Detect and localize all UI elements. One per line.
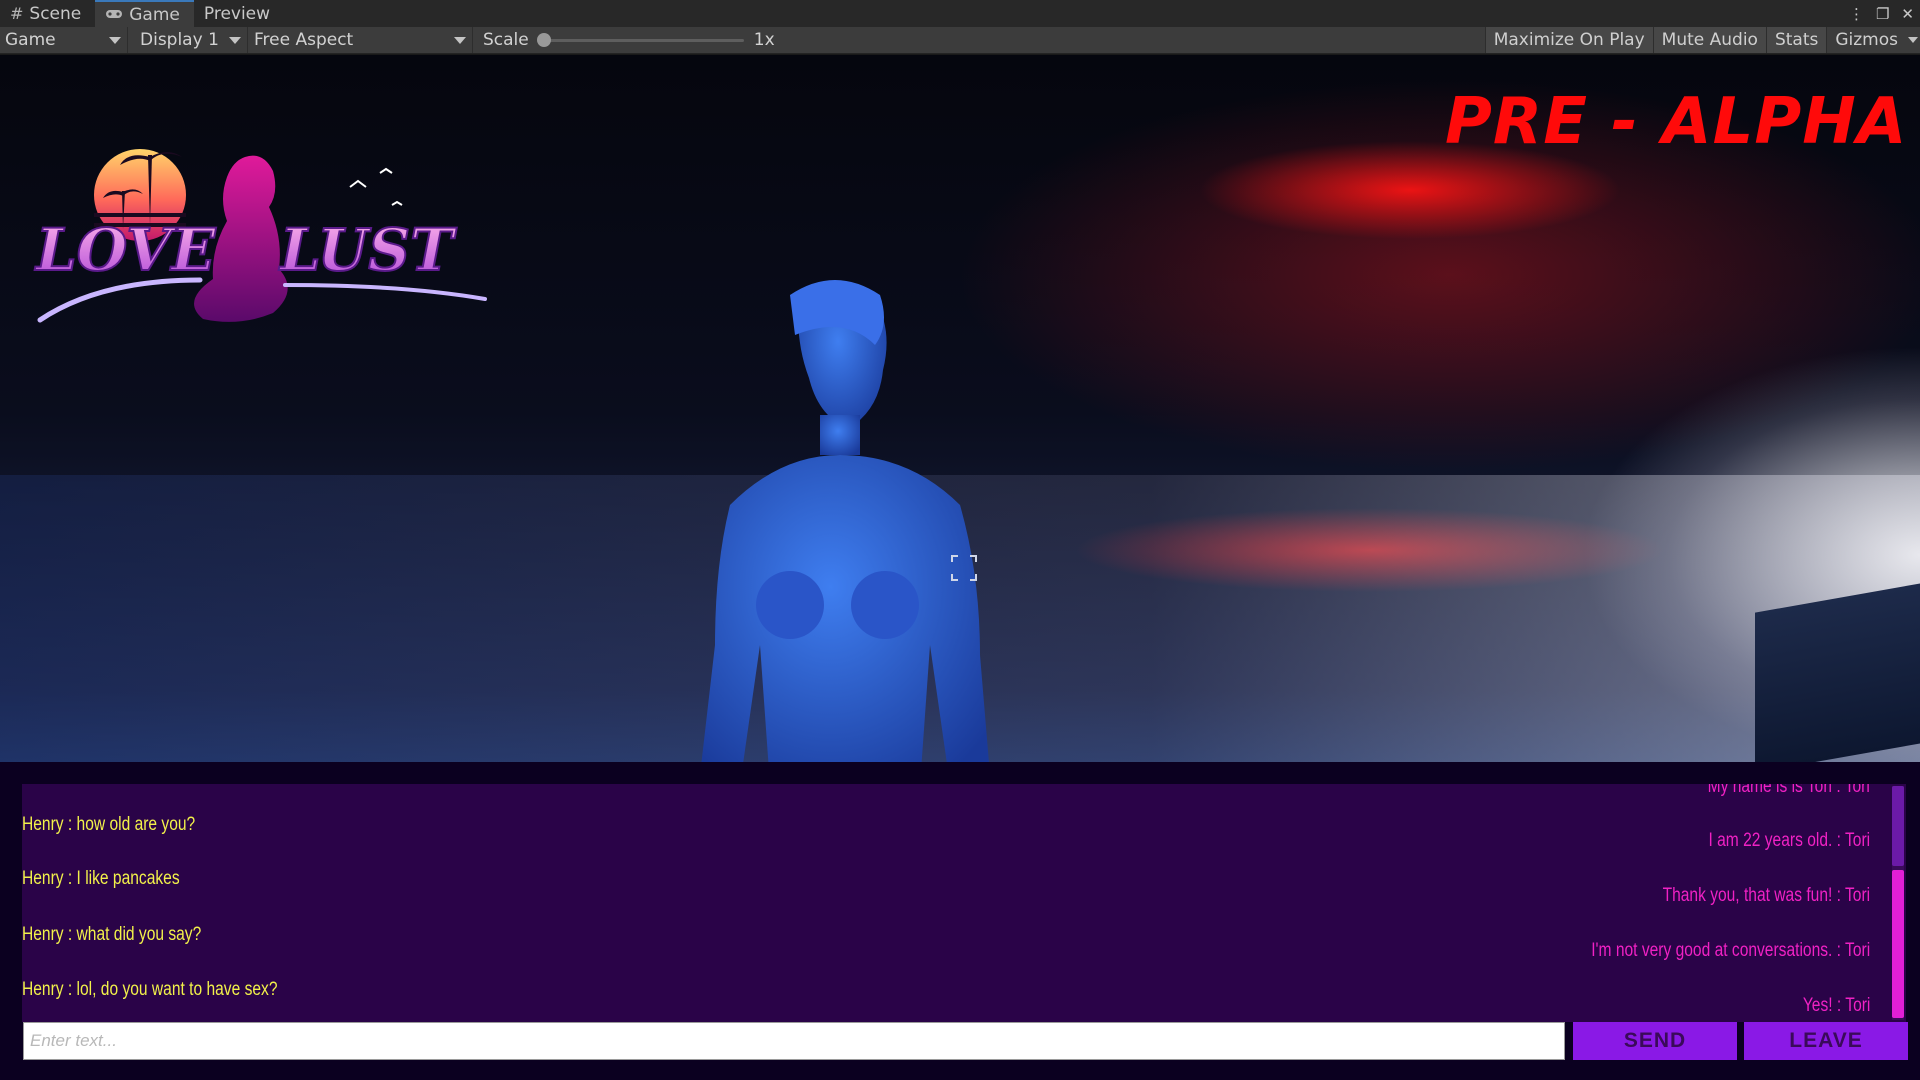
scale-label: Scale xyxy=(483,30,529,50)
game-logo: LOVE LUST xyxy=(33,149,487,323)
npc-message: Thank you, that was fun! : Tori xyxy=(1662,885,1870,906)
chat-input[interactable] xyxy=(23,1022,1565,1060)
mute-audio-toggle[interactable]: Mute Audio xyxy=(1652,27,1766,53)
npc-message: I am 22 years old. : Tori xyxy=(1708,830,1870,851)
player-message: Henry : how old are you? xyxy=(22,814,196,835)
logo-word-right: LUST xyxy=(278,216,457,284)
game-view-dropdown-label: Game xyxy=(5,30,56,50)
chevron-down-icon xyxy=(109,37,121,44)
npc-message: Yes! : Tori xyxy=(1802,995,1870,1016)
tab-game-label: Game xyxy=(129,4,180,25)
display-dropdown-label: Display 1 xyxy=(140,30,219,50)
player-message: Henry : what did you say? xyxy=(22,924,202,945)
tab-game[interactable]: Game xyxy=(95,0,194,27)
maximize-on-play-toggle[interactable]: Maximize On Play xyxy=(1484,27,1653,53)
chevron-down-icon xyxy=(1908,37,1918,43)
npc-message: My name is is Tori : Tori xyxy=(1707,784,1870,797)
gamepad-icon xyxy=(105,5,123,24)
scale-slider-handle[interactable] xyxy=(536,32,551,47)
scale-control: Scale 1x xyxy=(473,27,775,53)
display-dropdown[interactable]: Display 1 xyxy=(128,27,248,53)
send-button[interactable]: SEND xyxy=(1573,1022,1737,1060)
chat-log[interactable]: Henry : how old are you? Henry : I like … xyxy=(22,784,1906,1022)
player-message: Henry : lol, do you want to have sex? xyxy=(22,979,278,1000)
editor-tab-bar: # Scene Game Preview ⋮ ❐ ✕ xyxy=(0,0,1920,27)
scale-value: 1x xyxy=(753,30,775,50)
leave-button[interactable]: LEAVE xyxy=(1744,1022,1908,1060)
crosshair-icon xyxy=(951,555,977,581)
chat-scrollbar-thumb[interactable] xyxy=(1892,870,1904,1018)
aspect-dropdown-label: Free Aspect xyxy=(254,30,354,50)
grid-icon: # xyxy=(10,4,24,23)
more-options-icon[interactable]: ⋮ xyxy=(1849,5,1864,23)
maximize-window-icon[interactable]: ❐ xyxy=(1876,5,1889,23)
close-icon[interactable]: ✕ xyxy=(1901,5,1914,23)
tab-preview-label: Preview xyxy=(203,3,271,24)
stats-toggle[interactable]: Stats xyxy=(1765,27,1827,53)
game-view-toolbar: Game Display 1 Free Aspect Scale 1x Maxi… xyxy=(0,27,1920,54)
tab-scene-label: Scene xyxy=(29,3,82,24)
chat-scrollbar-track-upper xyxy=(1892,786,1904,866)
gizmos-dropdown[interactable]: Gizmos xyxy=(1826,27,1920,53)
game-view-dropdown[interactable]: Game xyxy=(0,27,128,53)
tab-scene[interactable]: # Scene xyxy=(0,0,95,27)
gizmos-label: Gizmos xyxy=(1835,30,1898,50)
chevron-down-icon xyxy=(229,37,241,44)
pre-alpha-banner: PRE - ALPHA xyxy=(1445,85,1908,159)
tab-preview[interactable]: Preview xyxy=(194,0,284,27)
chat-scrollbar[interactable] xyxy=(1892,786,1904,1020)
aspect-dropdown[interactable]: Free Aspect xyxy=(248,27,473,53)
npc-message: I'm not very good at conversations. : To… xyxy=(1591,940,1870,961)
chevron-down-icon xyxy=(454,37,466,44)
player-message: Henry : I like pancakes xyxy=(22,868,180,889)
character-model[interactable] xyxy=(690,275,1010,815)
logo-word-left: LOVE xyxy=(34,216,216,284)
scale-slider[interactable] xyxy=(536,32,744,47)
